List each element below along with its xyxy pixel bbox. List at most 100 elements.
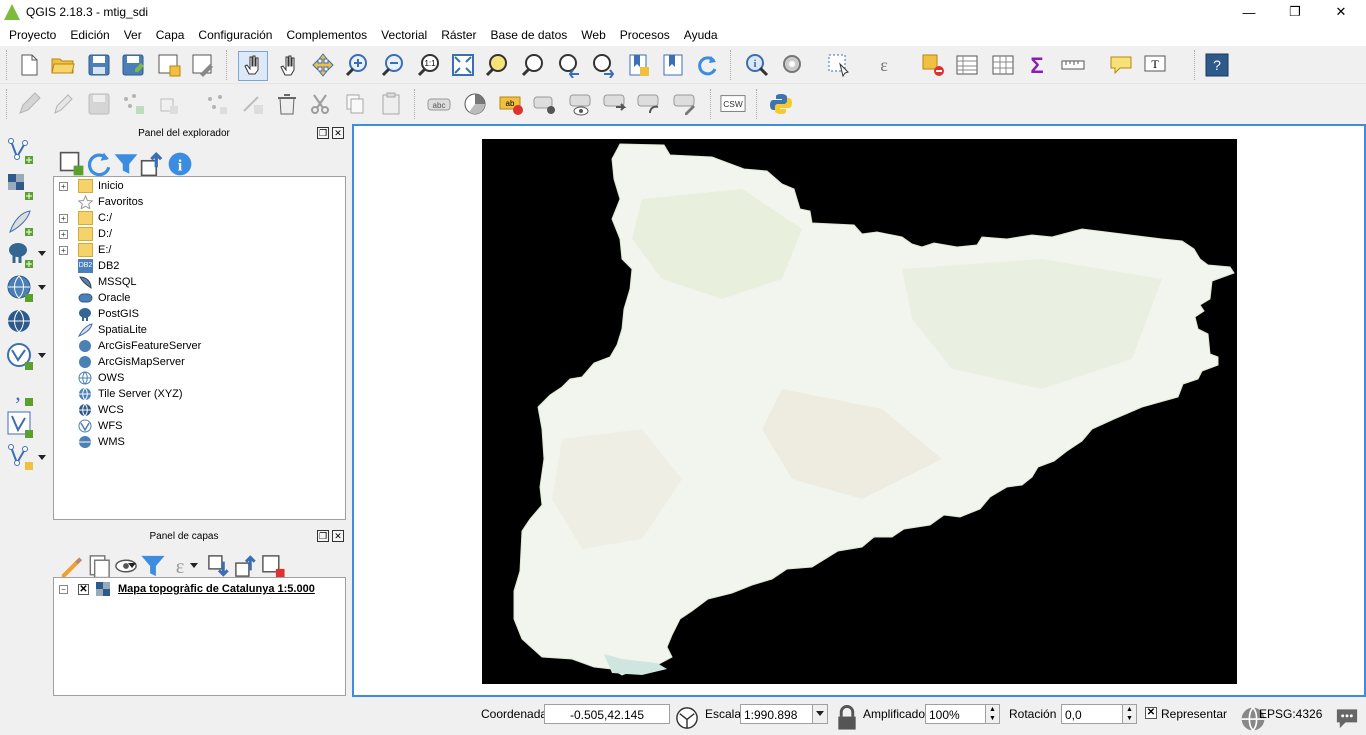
zoom-out-icon[interactable] — [380, 52, 406, 78]
show-hide-labels-icon[interactable] — [568, 91, 594, 117]
add-spatialite-layer-icon[interactable] — [6, 208, 36, 238]
highlight-pinned-labels-icon[interactable]: ab — [498, 91, 524, 117]
select-features-icon[interactable] — [826, 52, 852, 78]
pan-map-icon[interactable] — [276, 52, 302, 78]
menu-capa[interactable]: Capa — [149, 28, 192, 42]
browser-item-xyz[interactable]: Tile Server (XYZ) — [54, 386, 344, 402]
save-layer-edits-icon[interactable] — [86, 91, 112, 117]
menu-vectorial[interactable]: Vectorial — [374, 28, 434, 42]
browser-item-wcs[interactable]: WCS — [54, 402, 344, 418]
new-print-composer-icon[interactable] — [156, 52, 182, 78]
zoom-next-icon[interactable] — [590, 52, 616, 79]
scale-combo[interactable]: 1:990.898 — [740, 704, 828, 724]
menu-ver[interactable]: Ver — [117, 28, 149, 42]
measure-line-icon[interactable] — [1060, 52, 1086, 78]
add-feature-icon[interactable] — [120, 91, 146, 117]
layer-row[interactable]: − ✕ Mapa topogràfic de Catalunya 1:5.000 — [54, 581, 344, 597]
delete-selected-icon[interactable] — [240, 91, 266, 117]
coordinate-field[interactable]: -0.505,42.145 — [544, 704, 670, 724]
close-layers-button[interactable]: ✕ — [332, 530, 344, 542]
zoom-last-icon[interactable] — [556, 52, 582, 79]
add-wms-layer-icon[interactable] — [6, 274, 36, 304]
help-icon[interactable]: ? — [1204, 52, 1230, 78]
composer-manager-icon[interactable] — [190, 52, 216, 78]
move-feature-icon[interactable] — [156, 91, 182, 117]
open-project-icon[interactable] — [50, 52, 76, 78]
add-virtual-layer-icon[interactable] — [6, 410, 36, 440]
toggle-editing-icon[interactable] — [50, 91, 76, 117]
menu-complementos[interactable]: Complementos — [279, 28, 374, 42]
collapse-layer-icon[interactable]: − — [59, 584, 68, 594]
magnifier-spinbox[interactable]: 100% ▲ ▼ — [925, 704, 1000, 724]
expand-all-icon[interactable] — [206, 553, 229, 577]
browser-item-ows[interactable]: OWS — [54, 370, 344, 386]
refresh-browser-icon[interactable] — [86, 151, 111, 177]
python-console-icon[interactable] — [768, 91, 794, 117]
move-label-icon[interactable] — [602, 91, 628, 117]
add-selected-layers-icon[interactable] — [59, 151, 84, 176]
diagram-tool-icon[interactable] — [462, 91, 488, 117]
add-delimited-text-icon[interactable]: , — [6, 378, 36, 408]
crs-label[interactable]: EPSG:4326 — [1259, 707, 1322, 721]
manage-visibility-icon[interactable] — [113, 553, 137, 573]
csw-icon[interactable]: CSW — [720, 91, 748, 117]
menu-base-de-datos[interactable]: Base de datos — [484, 28, 575, 42]
menu-edicion[interactable]: Edición — [63, 28, 116, 42]
add-vector-layer-icon[interactable] — [6, 136, 36, 166]
current-edits-icon[interactable] — [16, 91, 42, 117]
new-project-icon[interactable] — [16, 52, 42, 78]
browser-item-mssql[interactable]: MSSQL — [54, 274, 344, 290]
node-tool-icon[interactable] — [204, 91, 230, 117]
rotation-spinbox[interactable]: 0,0 ▲ ▼ — [1061, 704, 1137, 724]
magnifier-spin-buttons[interactable]: ▲ ▼ — [985, 705, 999, 723]
run-feature-action-icon[interactable] — [780, 52, 806, 78]
filter-browser-icon[interactable] — [113, 151, 138, 174]
menu-ayuda[interactable]: Ayuda — [677, 28, 725, 42]
render-checkbox[interactable]: ✕ — [1145, 707, 1157, 719]
minimize-button[interactable]: — — [1226, 0, 1272, 24]
identify-features-icon[interactable]: i — [744, 52, 770, 78]
touch-pan-icon[interactable] — [238, 51, 268, 81]
browser-item-arcgisfeatureserver[interactable]: ArcGisFeatureServer — [54, 338, 344, 354]
float-browser-button[interactable]: ❐ — [317, 127, 329, 139]
refresh-icon[interactable] — [694, 52, 720, 78]
statistical-summary-icon[interactable]: Σ — [1024, 52, 1050, 78]
browser-item-e[interactable]: + E:/ — [54, 242, 344, 258]
pan-to-selection-icon[interactable] — [310, 52, 336, 78]
cut-features-icon[interactable] — [308, 91, 334, 117]
select-by-expression-icon[interactable]: ε — [872, 52, 898, 78]
browser-item-wfs[interactable]: WFS — [54, 418, 344, 434]
browser-item-postgis[interactable]: PostGIS — [54, 306, 344, 322]
browser-item-c[interactable]: + C:/ — [54, 210, 344, 226]
filter-legend-icon[interactable] — [140, 553, 165, 577]
deselect-all-icon[interactable] — [920, 52, 946, 78]
maximize-button[interactable]: ❐ — [1272, 0, 1318, 24]
zoom-native-icon[interactable]: 1:1 — [416, 52, 442, 78]
close-button[interactable]: ✕ — [1318, 0, 1364, 24]
change-label-icon[interactable] — [672, 91, 698, 117]
paste-features-icon[interactable] — [378, 91, 404, 117]
browser-item-spatialite[interactable]: SpatiaLite — [54, 322, 344, 338]
browser-item-arcgismapserver[interactable]: ArcGisMapServer — [54, 354, 344, 370]
menu-raster[interactable]: Ráster — [434, 28, 483, 42]
rotation-spin-buttons[interactable]: ▲ ▼ — [1122, 705, 1136, 723]
new-bookmark-icon[interactable] — [626, 52, 652, 78]
browser-item-d[interactable]: + D:/ — [54, 226, 344, 242]
add-wcs-layer-icon[interactable] — [6, 308, 36, 338]
remove-layer-icon[interactable] — [260, 553, 285, 578]
zoom-to-layer-icon[interactable] — [520, 52, 546, 78]
add-postgis-layer-icon[interactable] — [6, 240, 36, 270]
browser-item-db2[interactable]: DB2 DB2 — [54, 258, 344, 274]
save-as-icon[interactable] — [120, 52, 146, 78]
open-layer-styling-icon[interactable] — [59, 553, 83, 578]
browser-item-favoritos[interactable]: Favoritos — [54, 194, 344, 210]
attribute-table-icon[interactable] — [954, 52, 980, 78]
layer-visibility-checkbox[interactable]: ✕ — [78, 583, 89, 595]
add-group-icon[interactable] — [86, 553, 110, 579]
browser-item-oracle[interactable]: Oracle — [54, 290, 344, 306]
menu-proyecto[interactable]: Proyecto — [2, 28, 63, 42]
zoom-in-icon[interactable] — [344, 52, 370, 78]
field-calculator-icon[interactable] — [990, 52, 1016, 78]
menu-web[interactable]: Web — [574, 28, 612, 42]
toggle-extents-icon[interactable] — [674, 705, 698, 729]
